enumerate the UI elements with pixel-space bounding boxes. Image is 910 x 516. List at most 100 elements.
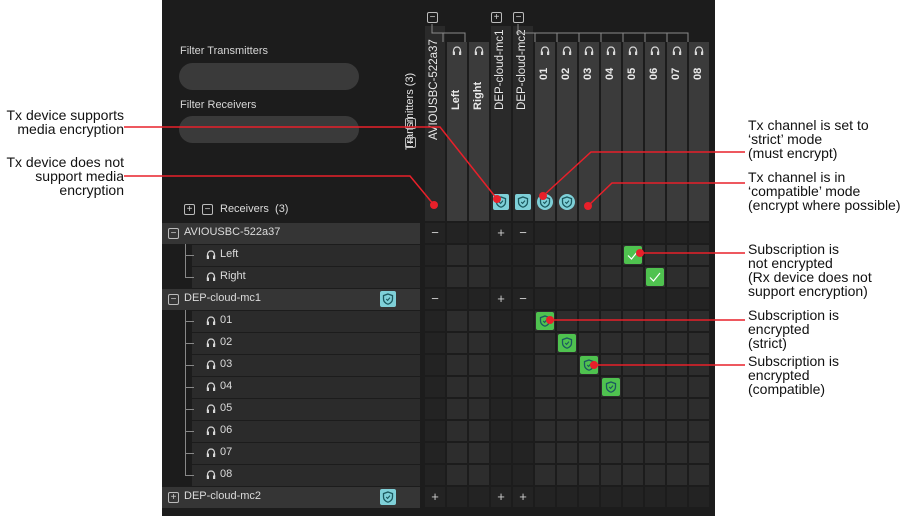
matrix-cell[interactable] [689,465,709,485]
matrix-cell[interactable] [447,399,467,419]
matrix-cell[interactable] [645,289,665,309]
matrix-cell[interactable] [469,377,489,397]
matrix-cell[interactable] [601,399,621,419]
plus-box-icon[interactable]: + [168,492,179,503]
matrix-cell[interactable] [601,311,621,331]
matrix-cell[interactable] [469,311,489,331]
matrix-cell[interactable] [557,267,577,287]
matrix-cell[interactable] [645,333,665,353]
matrix-cell[interactable] [469,421,489,441]
matrix-cell[interactable] [447,443,467,463]
matrix-cell[interactable] [689,311,709,331]
matrix-cell[interactable] [535,245,555,265]
matrix-cell[interactable] [579,377,599,397]
matrix-cell[interactable] [579,399,599,419]
minus-icon[interactable]: − [517,292,529,305]
matrix-cell[interactable] [689,355,709,375]
matrix-cell[interactable] [579,333,599,353]
matrix-cell[interactable] [513,377,533,397]
matrix-cell[interactable] [425,267,445,287]
matrix-cell[interactable] [601,465,621,485]
matrix-cell[interactable] [667,465,687,485]
minus-icon[interactable]: − [429,226,441,239]
plus-icon[interactable]: + [495,292,507,305]
matrix-cell[interactable] [557,399,577,419]
matrix-cell[interactable] [513,421,533,441]
matrix-cell[interactable] [447,487,467,507]
matrix-cell[interactable] [447,311,467,331]
matrix-cell[interactable] [645,487,665,507]
matrix-cell[interactable] [535,443,555,463]
matrix-cell[interactable] [447,333,467,353]
matrix-cell[interactable] [689,443,709,463]
matrix-cell[interactable] [491,377,511,397]
matrix-cell[interactable] [469,267,489,287]
matrix-cell[interactable] [689,333,709,353]
matrix-cell[interactable] [425,421,445,441]
matrix-cell[interactable] [601,443,621,463]
plus-box-icon[interactable]: + [184,204,195,215]
matrix-cell[interactable] [667,245,687,265]
matrix-cell[interactable] [601,333,621,353]
matrix-cell[interactable] [623,399,643,419]
matrix-cell[interactable] [425,333,445,353]
matrix-cell[interactable] [601,421,621,441]
matrix-cell[interactable] [645,465,665,485]
matrix-cell[interactable] [425,443,445,463]
matrix-cell[interactable] [645,421,665,441]
matrix-cell[interactable] [579,465,599,485]
tx-channel-header[interactable] [447,42,467,221]
matrix-cell[interactable] [535,223,555,243]
matrix-cell[interactable] [579,487,599,507]
matrix-cell[interactable] [557,377,577,397]
matrix-cell[interactable] [623,355,643,375]
matrix-cell[interactable] [601,223,621,243]
matrix-cell[interactable] [623,443,643,463]
matrix-cell[interactable] [623,289,643,309]
matrix-cell[interactable] [689,245,709,265]
minus-box-icon[interactable]: − [202,204,213,215]
matrix-cell[interactable] [623,311,643,331]
matrix-cell[interactable] [579,443,599,463]
plus-icon[interactable]: + [495,490,507,503]
matrix-cell[interactable] [491,267,511,287]
matrix-cell[interactable] [645,443,665,463]
matrix-cell[interactable] [469,443,489,463]
matrix-cell[interactable] [469,465,489,485]
matrix-cell[interactable] [469,487,489,507]
matrix-cell[interactable] [645,223,665,243]
subscription-cell[interactable] [646,268,664,286]
matrix-cell[interactable] [491,421,511,441]
subscription-cell[interactable] [602,378,620,396]
minus-box-icon[interactable]: − [168,294,179,305]
matrix-cell[interactable] [667,443,687,463]
matrix-cell[interactable] [623,377,643,397]
matrix-cell[interactable] [557,465,577,485]
matrix-cell[interactable] [557,245,577,265]
filter-receivers-input[interactable] [179,116,359,143]
matrix-cell[interactable] [513,267,533,287]
matrix-cell[interactable] [469,355,489,375]
matrix-cell[interactable] [491,355,511,375]
matrix-cell[interactable] [513,465,533,485]
filter-transmitters-input[interactable] [179,63,359,90]
matrix-cell[interactable] [535,377,555,397]
matrix-cell[interactable] [535,399,555,419]
matrix-cell[interactable] [447,377,467,397]
tx-channel-header[interactable] [469,42,489,221]
matrix-cell[interactable] [491,443,511,463]
matrix-cell[interactable] [579,421,599,441]
matrix-cell[interactable] [535,421,555,441]
matrix-cell[interactable] [491,465,511,485]
matrix-cell[interactable] [425,377,445,397]
matrix-cell[interactable] [689,289,709,309]
matrix-cell[interactable] [579,245,599,265]
matrix-cell[interactable] [557,355,577,375]
matrix-cell[interactable] [491,245,511,265]
matrix-cell[interactable] [425,399,445,419]
matrix-cell[interactable] [513,311,533,331]
matrix-cell[interactable] [623,421,643,441]
matrix-cell[interactable] [557,223,577,243]
matrix-cell[interactable] [645,355,665,375]
matrix-cell[interactable] [447,421,467,441]
